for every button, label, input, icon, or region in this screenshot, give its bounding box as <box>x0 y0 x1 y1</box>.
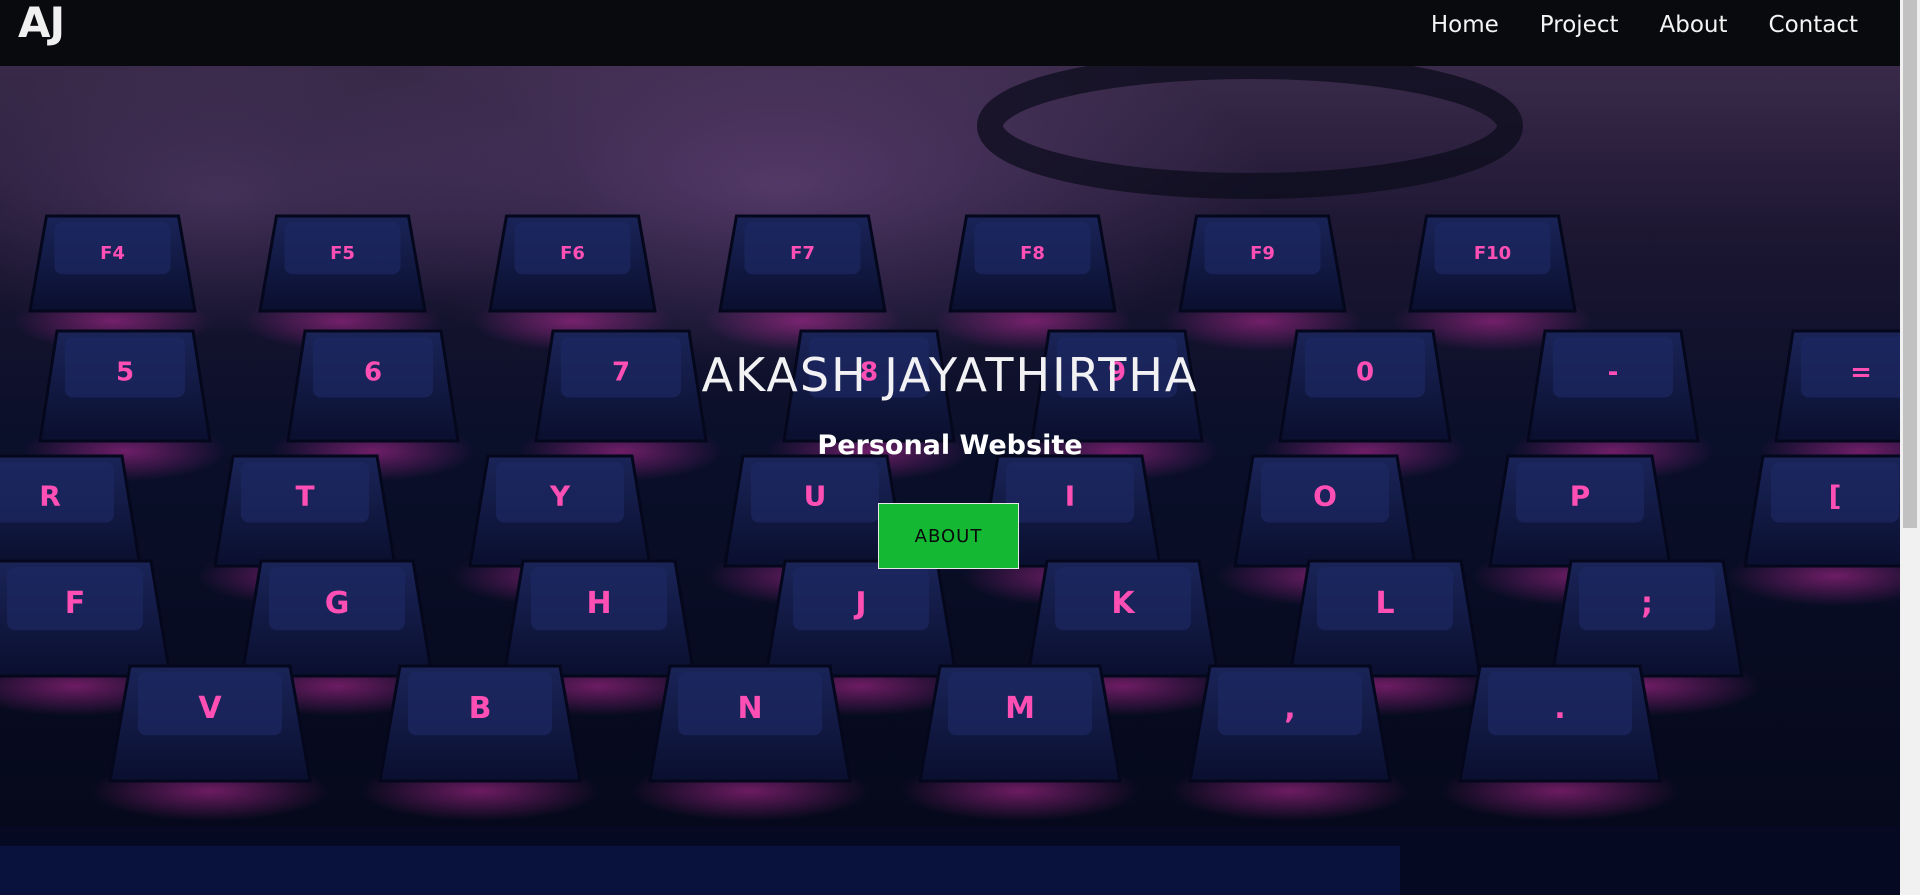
keycap: O <box>1233 454 1417 568</box>
keycap-legend: F5 <box>330 243 355 264</box>
keycap: N <box>648 664 852 783</box>
keycap: F5 <box>258 214 427 313</box>
hero-subtitle: Personal Website <box>817 430 1083 461</box>
keycap-legend: F4 <box>100 243 125 264</box>
keycap-legend: ; <box>1641 586 1653 621</box>
nav-links: Home Project About Contact <box>1390 10 1858 40</box>
site-logo[interactable]: AJ <box>18 0 65 47</box>
keycap: [ <box>1743 454 1900 568</box>
keycap-legend: F8 <box>1020 243 1045 264</box>
keycap: F4 <box>28 214 197 313</box>
keycap: J <box>764 559 958 678</box>
keycap-legend: J <box>853 586 866 621</box>
keycap: , <box>1188 664 1392 783</box>
nav-link-contact[interactable]: Contact <box>1769 10 1858 40</box>
keycap: F9 <box>1178 214 1347 313</box>
nav-link-home[interactable]: Home <box>1431 10 1499 40</box>
keycap-legend: F9 <box>1250 243 1275 264</box>
keycap: H <box>502 559 696 678</box>
keycap-legend: T <box>295 480 314 513</box>
keycap: . <box>1458 664 1662 783</box>
keycap-legend: M <box>1005 691 1035 726</box>
keycap: M <box>918 664 1122 783</box>
keycap: F8 <box>948 214 1117 313</box>
keycap: R <box>0 454 142 568</box>
keycap: B <box>378 664 582 783</box>
page-scrollbar[interactable] <box>1900 0 1920 895</box>
nav-link-about[interactable]: About <box>1660 10 1728 40</box>
keyboard-background-image: F4 F5 F6 F7 F8 F9 F105 6 7 8 9 0- =R T Y U I O P [F G H J K L ;V B… <box>0 66 1900 895</box>
keycap: Y <box>468 454 652 568</box>
keycap-legend: [ <box>1829 480 1842 513</box>
keycap-legend: Y <box>549 480 571 513</box>
keycap-legend: V <box>198 691 222 726</box>
keycap: G <box>240 559 434 678</box>
keycap-legend: I <box>1065 480 1075 513</box>
keycap-legend: , <box>1284 691 1295 726</box>
keycap-legend: U <box>804 480 827 513</box>
keycap: ; <box>1550 559 1744 678</box>
keycap: V <box>108 664 312 783</box>
keycap: L <box>1288 559 1482 678</box>
keycap-legend: G <box>325 586 350 621</box>
navbar: AJ Home Project About Contact <box>0 0 1900 66</box>
keycap: F <box>0 559 172 678</box>
keycap-legend: N <box>737 691 762 726</box>
about-button[interactable]: ABOUT <box>878 503 1019 569</box>
scrollbar-thumb[interactable] <box>1903 0 1917 528</box>
keycap-legend: F10 <box>1474 243 1511 264</box>
hero-section: F4 F5 F6 F7 F8 F9 F10 5 6 7 8 9 0- = R T Y U I O P[F G H J K L; V B… <box>0 66 1900 895</box>
keycap-legend: R <box>39 480 61 513</box>
keycap: F7 <box>718 214 887 313</box>
keycap-legend: P <box>1570 480 1591 513</box>
keycap-legend: O <box>1313 480 1337 513</box>
keycap-legend: L <box>1375 586 1394 621</box>
keycap: F10 <box>1408 214 1577 313</box>
keycap-legend: B <box>469 691 492 726</box>
keycap-legend: K <box>1111 586 1136 621</box>
hero-title: AKASH JAYATHIRTHA <box>701 348 1199 402</box>
keycap: F6 <box>488 214 657 313</box>
nav-link-project[interactable]: Project <box>1540 10 1619 40</box>
keycap-legend: F6 <box>560 243 585 264</box>
keycap-legend: F <box>65 586 86 621</box>
keycap: K <box>1026 559 1220 678</box>
keycap-legend: H <box>586 586 611 621</box>
keycap-legend: F7 <box>790 243 815 264</box>
keycap: P <box>1488 454 1672 568</box>
keycap: T <box>213 454 397 568</box>
keycap-legend: . <box>1554 691 1565 726</box>
